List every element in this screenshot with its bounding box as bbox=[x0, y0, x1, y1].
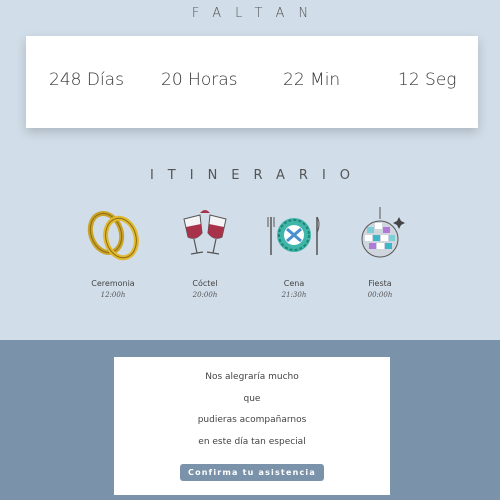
itinerary-item-ceremony: Ceremonia 12:00h bbox=[78, 205, 148, 299]
event-time: 21:30h bbox=[281, 291, 307, 299]
confirm-attendance-button[interactable]: Confirma tu asistencia bbox=[180, 464, 324, 481]
countdown-card: 248 Días 20 Horas 22 Min 12 Seg bbox=[26, 36, 478, 128]
event-label: Ceremonia bbox=[91, 279, 135, 288]
countdown-seconds: 12 Seg bbox=[398, 70, 457, 90]
invitation-message-card: Nos alegraría mucho que pudieras acompañ… bbox=[114, 357, 390, 495]
countdown-days: 248 Días bbox=[49, 70, 124, 90]
disco-ball-icon bbox=[361, 207, 405, 258]
itinerary-item-cocktail: Cóctel 20:00h bbox=[170, 205, 240, 299]
event-time: 20:00h bbox=[192, 291, 218, 299]
event-time: 12:00h bbox=[100, 291, 126, 299]
message-line: pudieras acompañarnos bbox=[197, 415, 307, 425]
itinerary-item-party: Fiesta 00:00h bbox=[345, 205, 415, 299]
message-line: en este día tan especial bbox=[198, 437, 306, 447]
countdown-hours: 20 Horas bbox=[161, 70, 238, 90]
event-label: Fiesta bbox=[368, 279, 392, 288]
itinerary-item-dinner: Cena 21:30h bbox=[259, 205, 329, 299]
message-line: que bbox=[243, 394, 261, 404]
wine-glasses-icon bbox=[183, 210, 227, 255]
wedding-rings-icon bbox=[87, 211, 139, 261]
event-label: Cóctel bbox=[192, 279, 218, 288]
event-label: Cena bbox=[283, 279, 305, 288]
countdown-title: FALTAN bbox=[191, 6, 323, 21]
event-time: 00:00h bbox=[367, 291, 393, 299]
dinner-plate-icon bbox=[267, 216, 320, 255]
countdown-minutes: 22 Min bbox=[283, 70, 341, 90]
message-line: Nos alegraría mucho bbox=[205, 372, 299, 382]
itinerary-title: ITINERARIO bbox=[149, 168, 365, 183]
